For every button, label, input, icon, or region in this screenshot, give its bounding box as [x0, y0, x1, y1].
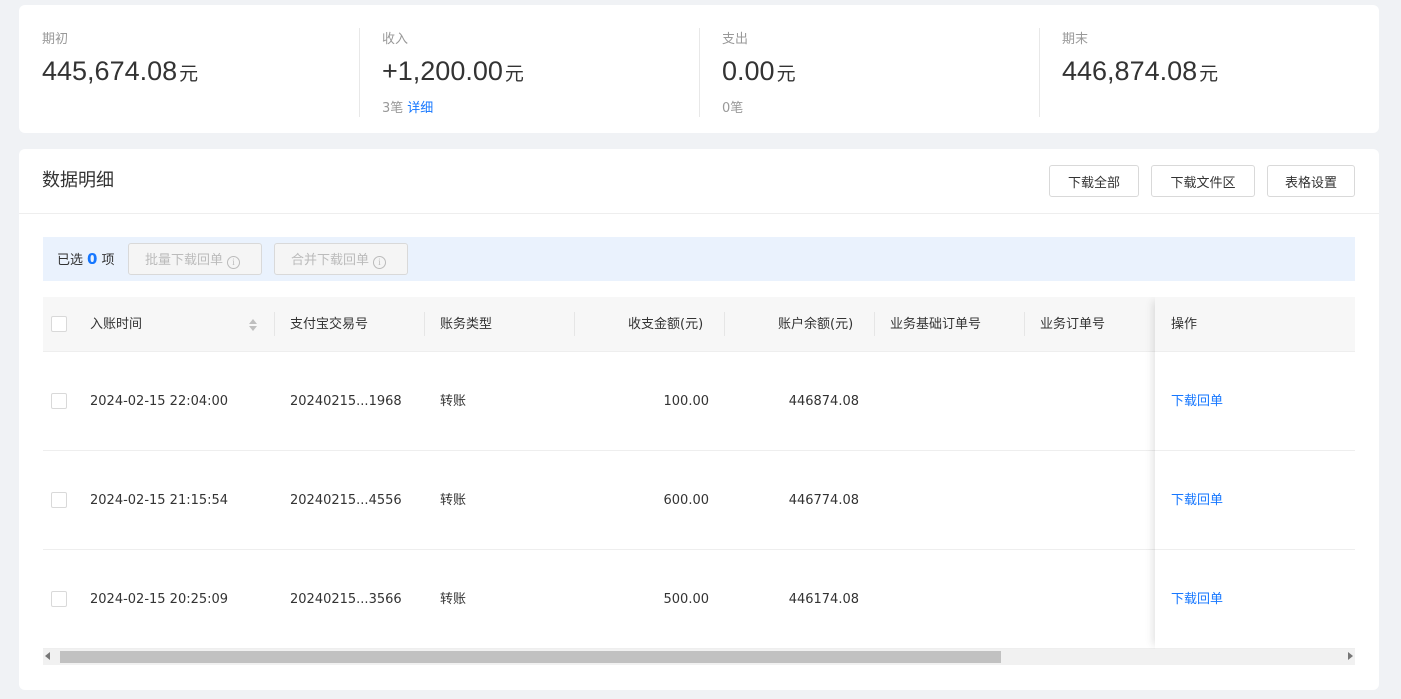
table-settings-button[interactable]: 表格设置 — [1267, 165, 1355, 197]
stat-income: 收入 +1,200.00 元 3笔 详细 — [359, 5, 699, 133]
scroll-right-arrow-icon[interactable] — [1348, 652, 1353, 660]
row-checkbox[interactable] — [51, 492, 67, 508]
col-header-base-order: 业务基础订单号 — [890, 317, 982, 332]
table-row: 2024-02-15 21:15:54 20240215...4556 转账 6… — [43, 451, 1355, 550]
cell-trade-no: 20240215...3566 — [290, 592, 402, 607]
column-divider — [274, 312, 275, 336]
records-table: 入账时间 支付宝交易号 账务类型 收支金额(元) 账户余额(元) 业务基础订单号… — [43, 297, 1355, 665]
stat-unit: 元 — [504, 64, 524, 85]
stat-opening: 期初 445,674.08 元 — [19, 5, 359, 133]
column-divider — [574, 312, 575, 336]
stat-value: 446,874.08 元 — [1062, 55, 1379, 91]
cell-trade-no: 20240215...4556 — [290, 493, 402, 508]
info-icon: i — [373, 256, 387, 269]
horizontal-scrollbar[interactable] — [43, 649, 1355, 665]
scroll-left-arrow-icon[interactable] — [45, 652, 50, 660]
batch-download-label: 批量下载回单 — [145, 253, 224, 268]
selection-prefix: 已选 — [57, 253, 84, 268]
download-all-button[interactable]: 下载全部 — [1049, 165, 1139, 197]
col-header-balance: 账户余额(元) — [778, 317, 854, 332]
sort-icon[interactable] — [249, 317, 257, 333]
stat-amount: 0.00 — [722, 56, 775, 86]
col-header-trade-no: 支付宝交易号 — [290, 317, 369, 332]
batch-download-button[interactable]: 批量下载回单 i — [128, 243, 262, 275]
stat-count: 3笔 详细 — [382, 101, 699, 117]
stat-amount: 445,674.08 — [42, 56, 178, 86]
stat-label: 期末 — [1062, 32, 1089, 47]
download-receipt-link[interactable]: 下载回单 — [1171, 591, 1223, 608]
selection-count: 0 — [87, 250, 98, 268]
stat-unit: 元 — [1199, 64, 1219, 85]
cell-balance: 446174.08 — [788, 592, 859, 607]
column-divider — [424, 312, 425, 336]
stat-closing: 期末 446,874.08 元 — [1039, 5, 1379, 133]
merge-download-label: 合并下载回单 — [291, 253, 370, 268]
stat-count: 0笔 — [722, 101, 1039, 117]
expense-count: 0笔 — [722, 101, 744, 116]
stat-label: 支出 — [722, 32, 749, 47]
cell-time: 2024-02-15 21:15:54 — [90, 493, 229, 508]
cell-amount: 600.00 — [663, 493, 710, 508]
cell-time: 2024-02-15 22:04:00 — [90, 394, 229, 409]
stat-value: 445,674.08 元 — [42, 55, 359, 91]
stat-value: +1,200.00 元 — [382, 55, 699, 91]
selection-bar: 已选 0 项 批量下载回单 i 合并下载回单 i — [43, 237, 1355, 281]
info-icon: i — [227, 256, 241, 269]
download-files-button[interactable]: 下载文件区 — [1151, 165, 1255, 197]
col-header-action: 操作 — [1171, 317, 1198, 332]
detail-card: 数据明细 下载全部 下载文件区 表格设置 已选 0 项 批量下载回单 i 合并下载回单… — [19, 149, 1379, 690]
column-divider — [874, 312, 875, 336]
cell-type: 转账 — [440, 592, 467, 607]
col-header-order: 业务订单号 — [1040, 317, 1106, 332]
cell-balance: 446774.08 — [788, 493, 859, 508]
summary-card: 期初 445,674.08 元 收入 +1,200.00 元 3笔 详细 支出 0.0… — [19, 5, 1379, 133]
download-receipt-link[interactable]: 下载回单 — [1171, 393, 1223, 410]
col-header-time[interactable]: 入账时间 — [90, 316, 142, 333]
column-divider — [1024, 312, 1025, 336]
detail-header: 数据明细 下载全部 下载文件区 表格设置 — [19, 149, 1379, 214]
row-checkbox[interactable] — [51, 393, 67, 409]
stat-value: 0.00 元 — [722, 55, 1039, 91]
cell-amount: 100.00 — [663, 394, 710, 409]
selection-suffix: 项 — [101, 253, 115, 268]
stat-unit: 元 — [179, 64, 199, 85]
table-row: 2024-02-15 22:04:00 20240215...1968 转账 1… — [43, 352, 1355, 451]
table-row: 2024-02-15 20:25:09 20240215...3566 转账 5… — [43, 550, 1355, 649]
merge-download-button[interactable]: 合并下载回单 i — [274, 243, 408, 275]
select-all-checkbox[interactable] — [51, 316, 67, 332]
stat-unit: 元 — [776, 64, 796, 85]
stat-label: 期初 — [42, 32, 69, 47]
cell-balance: 446874.08 — [788, 394, 859, 409]
col-header-amount: 收支金额(元) — [628, 317, 704, 332]
download-receipt-link[interactable]: 下载回单 — [1171, 492, 1223, 509]
stat-label: 收入 — [382, 32, 409, 47]
income-detail-link[interactable]: 详细 — [407, 101, 433, 116]
cell-type: 转账 — [440, 394, 467, 409]
row-checkbox[interactable] — [51, 591, 67, 607]
table-header: 入账时间 支付宝交易号 账务类型 收支金额(元) 账户余额(元) 业务基础订单号… — [43, 297, 1355, 352]
scrollbar-thumb[interactable] — [60, 651, 1001, 663]
detail-title: 数据明细 — [42, 170, 114, 191]
cell-amount: 500.00 — [663, 592, 710, 607]
col-header-type: 账务类型 — [440, 317, 493, 332]
column-divider — [724, 312, 725, 336]
cell-time: 2024-02-15 20:25:09 — [90, 592, 229, 607]
stat-amount: +1,200.00 — [382, 56, 503, 86]
cell-type: 转账 — [440, 493, 467, 508]
selection-summary: 已选 0 项 — [57, 250, 114, 270]
income-count: 3笔 — [382, 101, 404, 116]
stat-expense: 支出 0.00 元 0笔 — [699, 5, 1039, 133]
cell-trade-no: 20240215...1968 — [290, 394, 402, 409]
stat-amount: 446,874.08 — [1062, 56, 1198, 86]
